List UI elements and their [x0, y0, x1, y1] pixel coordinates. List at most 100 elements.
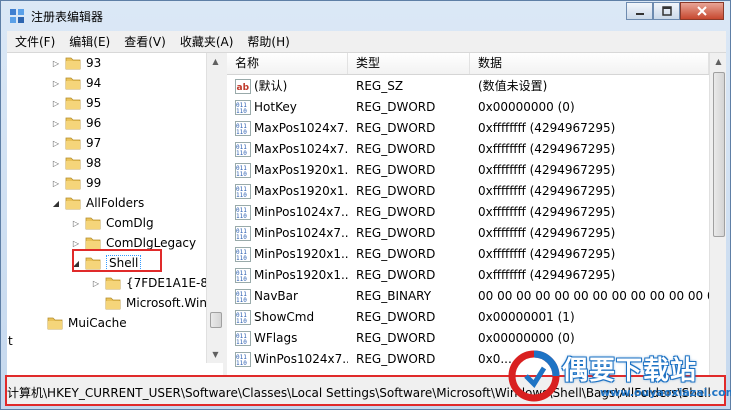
tree-item[interactable]: ◢ AllFolders: [51, 193, 144, 213]
column-header-type[interactable]: 类型: [348, 53, 470, 74]
tree-item[interactable]: ▷ 99: [51, 173, 101, 193]
tree-item-label: AllFolders: [86, 196, 145, 210]
value-data: 0xffffffff (4294967295): [478, 205, 616, 219]
window-title: 注册表编辑器: [31, 10, 104, 24]
tree-item[interactable]: ▷ 96: [51, 113, 101, 133]
svg-text:110: 110: [236, 318, 247, 325]
table-row[interactable]: 011 110 NavBar REG_BINARY 00 00 00 00 00 00 …: [227, 286, 709, 307]
expand-arrow-icon[interactable]: ▷: [51, 138, 61, 148]
tree-item[interactable]: ▷ 94: [51, 73, 101, 93]
string-value-icon: ab: [235, 79, 251, 94]
value-name: MinPos1920x1...: [254, 247, 348, 261]
menu-view[interactable]: 查看(V): [116, 32, 172, 52]
maximize-button[interactable]: [653, 2, 680, 20]
expand-arrow-icon[interactable]: ▷: [51, 58, 61, 68]
value-name: WinPos1024x7...: [254, 352, 348, 366]
list-vertical-scrollbar[interactable]: ▲: [709, 53, 726, 375]
value-type: REG_DWORD: [356, 331, 436, 345]
table-row[interactable]: 011 110 ShowCmd REG_DWORD 0x00000001 (1): [227, 307, 709, 328]
expand-arrow-icon[interactable]: ▷: [71, 238, 81, 248]
column-header-data[interactable]: 数据: [470, 53, 709, 74]
expand-arrow-icon[interactable]: ▷: [51, 178, 61, 188]
tree-item-label: Microsoft.Wind: [126, 296, 215, 310]
svg-text:110: 110: [236, 255, 247, 262]
expand-arrow-icon[interactable]: ▷: [51, 118, 61, 128]
table-row[interactable]: 011 110 MinPos1024x7... REG_DWORD 0xffffffff…: [227, 223, 709, 244]
close-button[interactable]: [680, 2, 724, 20]
value-data: (数值未设置): [478, 79, 548, 93]
menu-file[interactable]: 文件(F): [7, 32, 61, 52]
menu-favorites[interactable]: 收藏夹(A): [172, 32, 240, 52]
tree-scroll-thumb[interactable]: [210, 312, 222, 328]
tree-item-label: {7FDE1A1E-8B: [126, 276, 217, 290]
table-row[interactable]: 011 110 MaxPos1920x1... REG_DWORD 0xffffffff…: [227, 160, 709, 181]
tree-item[interactable]: ▷ 97: [51, 133, 101, 153]
table-row[interactable]: 011 110 MinPos1920x1... REG_DWORD 0xffffffff…: [227, 265, 709, 286]
value-name: MinPos1024x7...: [254, 205, 348, 219]
value-type: REG_DWORD: [356, 184, 436, 198]
table-row[interactable]: 011 110 MinPos1024x7... REG_DWORD 0xffffffff…: [227, 202, 709, 223]
tree-vertical-scrollbar[interactable]: ▲ ▼: [206, 53, 223, 363]
collapse-arrow-icon[interactable]: ◢: [51, 198, 61, 208]
title-bar[interactable]: 注册表编辑器: [1, 1, 730, 31]
watermark-logo-icon: [508, 350, 560, 402]
tree-item[interactable]: ▷ ComDlg: [71, 213, 154, 233]
table-row[interactable]: 011 110 HotKey REG_DWORD 0x00000000 (0): [227, 97, 709, 118]
tree-item[interactable]: ▷ 93: [51, 53, 101, 73]
svg-text:ab: ab: [237, 83, 250, 93]
tree-item[interactable]: ◢ Shell: [71, 253, 142, 273]
value-data: 0xffffffff (4294967295): [478, 142, 616, 156]
scroll-up-icon[interactable]: ▲: [207, 53, 223, 70]
expand-arrow-icon[interactable]: ▷: [51, 78, 61, 88]
list-scroll-thumb[interactable]: [713, 72, 725, 237]
table-row[interactable]: 011 110 MaxPos1024x7... REG_DWORD 0xffffffff…: [227, 118, 709, 139]
tree-item[interactable]: Microsoft.Wind: [91, 293, 215, 313]
tree-item[interactable]: ▷ {7FDE1A1E-8B: [91, 273, 216, 293]
expand-arrow-icon[interactable]: ▷: [51, 158, 61, 168]
value-type: REG_DWORD: [356, 121, 436, 135]
tree-item[interactable]: ▷ 95: [51, 93, 101, 113]
binary-value-icon: 011110: [235, 247, 251, 262]
binary-value-icon: 011110: [235, 268, 251, 283]
list-scroll-up-icon[interactable]: ▲: [710, 53, 726, 70]
registry-editor-window: 注册表编辑器 文件(F) 编辑(E) 查看(V) 收藏夹(A) 帮助(H) ▷ 9…: [0, 0, 731, 410]
menu-edit[interactable]: 编辑(E): [61, 32, 116, 52]
folder-icon: [65, 157, 81, 170]
expand-arrow-icon[interactable]: ▷: [91, 278, 101, 288]
value-type: REG_DWORD: [356, 247, 436, 261]
table-row[interactable]: ab (默认) REG_SZ (数值未设置): [227, 76, 709, 97]
scroll-down-icon[interactable]: ▼: [207, 346, 223, 363]
value-name: MaxPos1024x7...: [254, 121, 348, 135]
tree-item-label: Shell: [106, 255, 142, 271]
expand-arrow-icon[interactable]: ▷: [71, 218, 81, 228]
table-row[interactable]: 011 110 MaxPos1920x1... REG_DWORD 0xffffffff…: [227, 181, 709, 202]
svg-text:110: 110: [236, 150, 247, 157]
binary-value-icon: 011110: [235, 310, 251, 325]
value-type: REG_SZ: [356, 79, 404, 93]
svg-text:110: 110: [236, 297, 247, 304]
binary-value-icon: 011110: [235, 205, 251, 220]
table-row[interactable]: 011 110 MinPos1920x1... REG_DWORD 0xffffffff…: [227, 244, 709, 265]
table-row[interactable]: 011 110 MaxPos1024x7... REG_DWORD 0xffffffff…: [227, 139, 709, 160]
svg-text:110: 110: [236, 129, 247, 136]
tree-item[interactable]: ▷ 98: [51, 153, 101, 173]
tree-item[interactable]: ▷ ComDlgLegacy: [71, 233, 196, 253]
menu-help[interactable]: 帮助(H): [239, 32, 295, 52]
collapse-arrow-icon[interactable]: ◢: [71, 258, 81, 268]
binary-value-icon: 011110: [235, 226, 251, 241]
folder-icon: [65, 177, 81, 190]
value-type: REG_DWORD: [356, 352, 436, 366]
expand-arrow-icon[interactable]: ▷: [51, 98, 61, 108]
key-tree: ▷ 93 ▷ 94 ▷ 95 ▷ 96 ▷ 97 ▷ 98 ▷ 99 ◢ AllFolders ▷ ComDlg ▷…: [7, 53, 223, 363]
value-data: 0x00000000 (0): [478, 100, 575, 114]
svg-text:110: 110: [236, 276, 247, 283]
minimize-button[interactable]: [626, 2, 653, 20]
value-type: REG_DWORD: [356, 310, 436, 324]
value-type: REG_BINARY: [356, 289, 432, 303]
column-header-name[interactable]: 名称: [227, 53, 348, 74]
value-data: 0x00000001 (1): [478, 310, 575, 324]
tree-item[interactable]: MuiCache: [33, 313, 127, 333]
value-name: MaxPos1920x1...: [254, 184, 348, 198]
svg-text:110: 110: [236, 171, 247, 178]
